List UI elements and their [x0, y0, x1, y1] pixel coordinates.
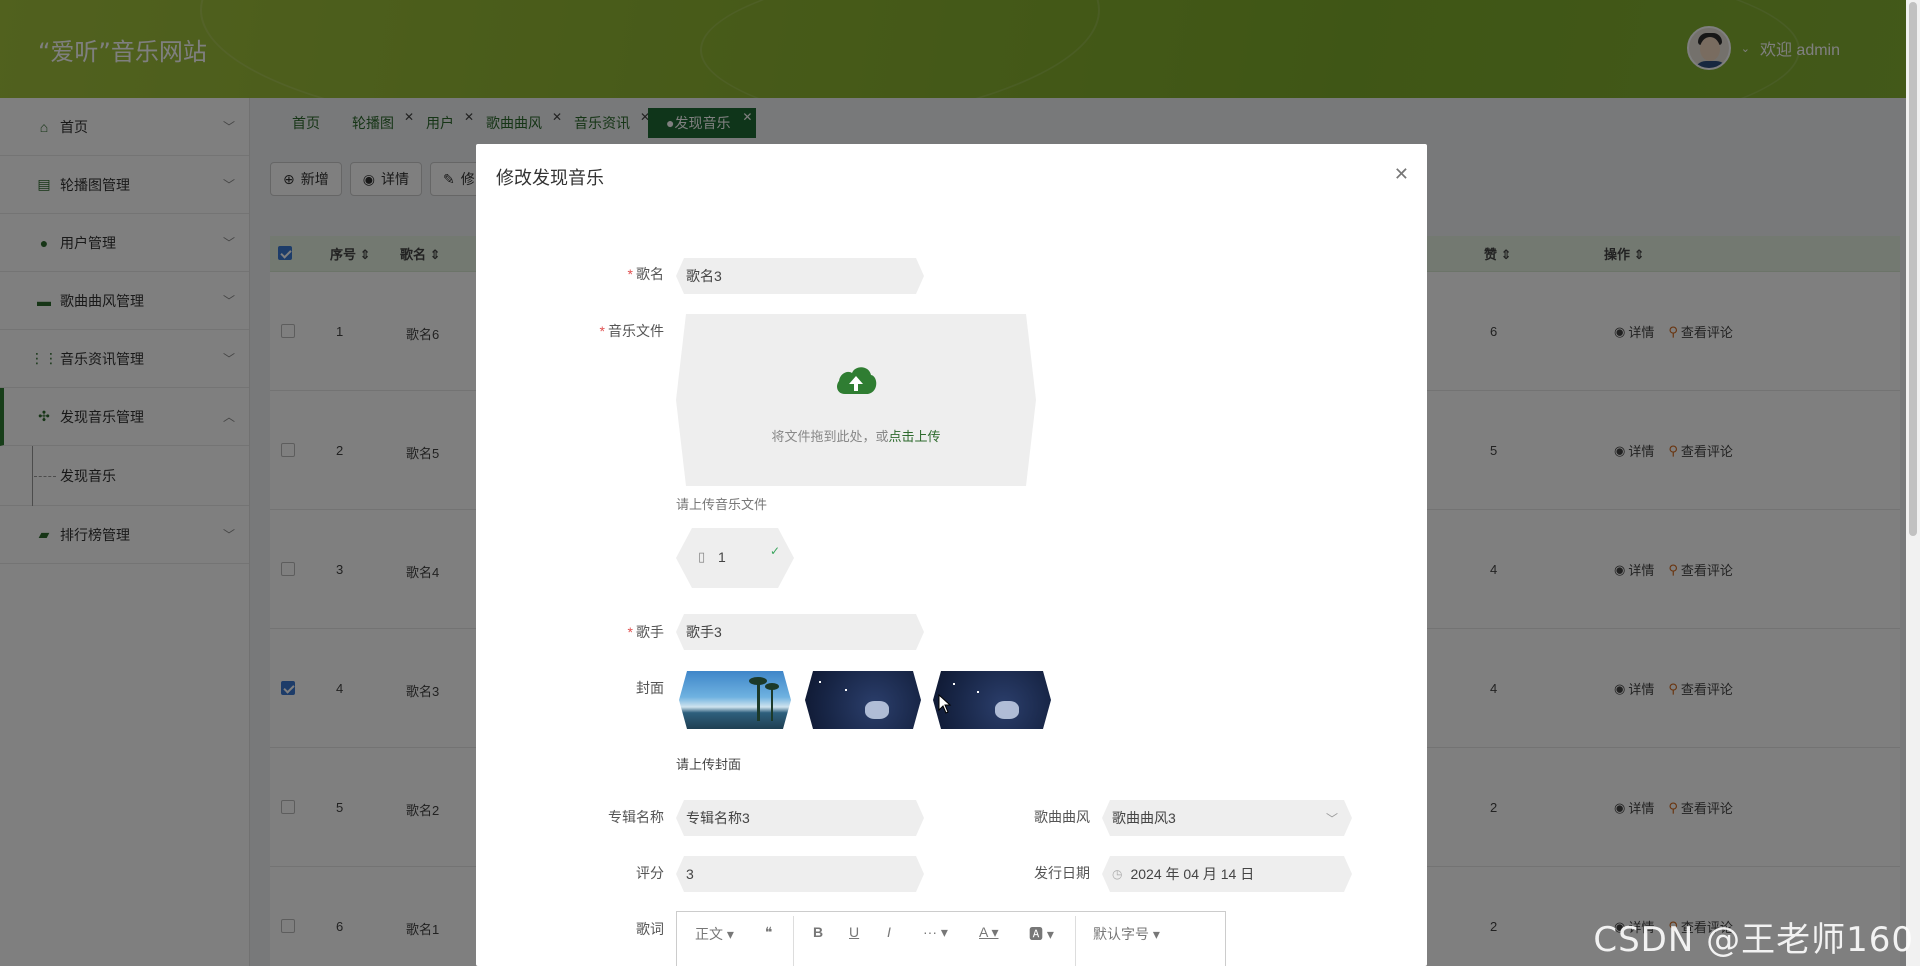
- cover-hint: 请上传封面: [676, 757, 742, 772]
- upload-instructions: 将文件拖到此处，或点击上传: [771, 429, 941, 444]
- release-date-label: 发行日期: [1034, 865, 1090, 881]
- dialog-title: 修改发现音乐: [496, 168, 604, 188]
- lyrics-editor[interactable]: 正文 ▾ ❝ B U I ··· ▾ A ▾ 🅰 ▾ 默认字号 ▾: [676, 911, 1226, 966]
- italic-icon[interactable]: I: [887, 924, 891, 940]
- font-size-select[interactable]: 默认字号 ▾: [1093, 924, 1160, 944]
- cover-label: 封面: [636, 680, 664, 696]
- scrollbar-thumb[interactable]: [1909, 2, 1917, 536]
- album-value: 专辑名称3: [686, 810, 750, 826]
- document-icon: ▯: [698, 549, 706, 564]
- singer-value: 歌手3: [686, 624, 722, 640]
- style-select[interactable]: 歌曲曲风3 ﹀: [1102, 800, 1352, 836]
- singer-label: * 歌手: [627, 624, 664, 640]
- upload-dropzone[interactable]: 将文件拖到此处，或点击上传: [676, 314, 1036, 486]
- more-icon[interactable]: ··· ▾: [923, 924, 948, 941]
- album-input[interactable]: 专辑名称3: [676, 800, 924, 836]
- format-select[interactable]: 正文 ▾: [695, 924, 734, 944]
- cover-thumbnail[interactable]: [805, 671, 921, 729]
- singer-input[interactable]: 歌手3: [676, 614, 924, 650]
- lyrics-label: 歌词: [636, 921, 664, 937]
- album-label: 专辑名称: [608, 809, 664, 825]
- release-date-picker[interactable]: ◷ 2024 年 04 月 14 日: [1102, 856, 1352, 892]
- check-circle-icon: ✓: [769, 544, 780, 558]
- quote-icon[interactable]: ❝: [765, 924, 773, 941]
- style-value: 歌曲曲风3: [1112, 810, 1176, 826]
- scrollbar[interactable]: [1906, 0, 1920, 966]
- bold-icon[interactable]: B: [813, 924, 823, 940]
- song-name-label: * 歌名: [627, 266, 664, 282]
- cloud-upload-icon: [834, 362, 878, 398]
- uploaded-file-item[interactable]: ▯ 1 ✓: [676, 528, 794, 588]
- rating-label: 评分: [636, 865, 664, 881]
- upload-hint: 请上传音乐文件: [676, 497, 768, 512]
- music-file-label: * 音乐文件: [599, 323, 664, 339]
- chevron-down-icon: ﹀: [1325, 812, 1338, 826]
- song-name-input[interactable]: 歌名3: [676, 258, 924, 294]
- background-color-icon[interactable]: 🅰 ▾: [1029, 924, 1054, 944]
- release-date-value: 2024 年 04 月 14 日: [1130, 866, 1255, 882]
- cover-thumbnail[interactable]: [679, 671, 791, 729]
- font-color-icon[interactable]: A ▾: [979, 924, 998, 941]
- underline-icon[interactable]: U: [849, 924, 859, 940]
- rating-input[interactable]: 3: [676, 856, 924, 892]
- watermark: CSDN @王老师160: [1593, 920, 1914, 960]
- style-label: 歌曲曲风: [1034, 809, 1090, 825]
- edit-dialog: 修改发现音乐 ✕ * 歌名 歌名3 * 音乐文件 将文件拖到此处，或点击上传 请上传…: [476, 144, 1427, 966]
- close-icon[interactable]: ✕: [1394, 164, 1409, 185]
- rating-value: 3: [686, 866, 694, 882]
- uploaded-file-name: 1: [718, 549, 726, 565]
- clock-icon: ◷: [1112, 867, 1123, 881]
- mouse-cursor-icon: [938, 694, 952, 714]
- upload-link[interactable]: 点击上传: [889, 429, 941, 444]
- song-name-value: 歌名3: [686, 268, 722, 284]
